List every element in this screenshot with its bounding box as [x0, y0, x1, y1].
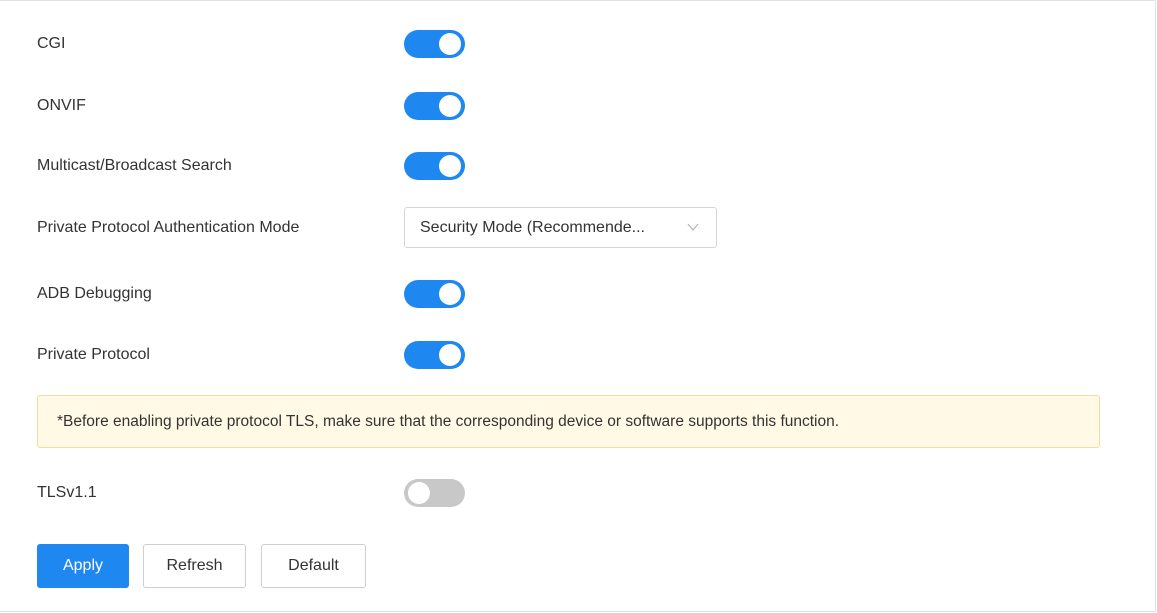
- private-protocol-label: Private Protocol: [37, 346, 150, 363]
- cgi-toggle[interactable]: [404, 30, 465, 58]
- apply-button[interactable]: Apply: [37, 544, 129, 588]
- chevron-down-icon: [687, 223, 699, 231]
- adb-label: ADB Debugging: [37, 285, 152, 302]
- toggle-knob: [439, 344, 461, 366]
- toggle-knob: [408, 482, 430, 504]
- private-protocol-toggle[interactable]: [404, 341, 465, 369]
- cgi-label: CGI: [37, 35, 66, 52]
- adb-toggle[interactable]: [404, 280, 465, 308]
- tls-notice-text: *Before enabling private protocol TLS, m…: [57, 412, 840, 430]
- onvif-toggle[interactable]: [404, 92, 465, 120]
- multicast-label: Multicast/Broadcast Search: [37, 157, 232, 174]
- onvif-label: ONVIF: [37, 97, 86, 114]
- default-button[interactable]: Default: [261, 544, 366, 588]
- tls-notice: *Before enabling private protocol TLS, m…: [37, 395, 1100, 448]
- toggle-knob: [439, 155, 461, 177]
- toggle-knob: [439, 33, 461, 55]
- toggle-knob: [439, 283, 461, 305]
- tls11-toggle[interactable]: [404, 479, 465, 507]
- toggle-knob: [439, 95, 461, 117]
- auth-mode-select[interactable]: Security Mode (Recommende...: [404, 207, 717, 248]
- multicast-toggle[interactable]: [404, 152, 465, 180]
- refresh-button[interactable]: Refresh: [143, 544, 246, 588]
- auth-mode-label: Private Protocol Authentication Mode: [37, 219, 300, 236]
- auth-mode-selected-value: Security Mode (Recommende...: [420, 218, 645, 236]
- tls11-label: TLSv1.1: [37, 484, 97, 501]
- settings-panel: CGI ONVIF Multicast/Broadcast Search Pri…: [0, 0, 1156, 612]
